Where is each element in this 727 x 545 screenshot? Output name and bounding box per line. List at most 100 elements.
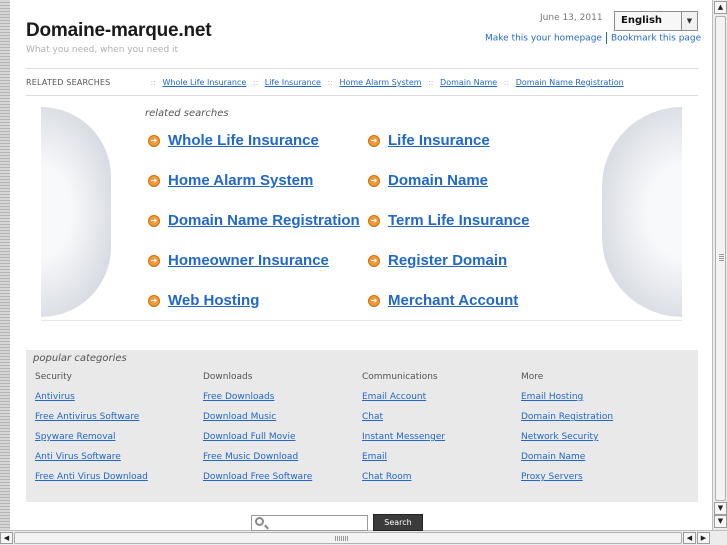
category-link[interactable]: Proxy Servers bbox=[521, 472, 613, 492]
header-links: Make this your homepage Bookmark this pag… bbox=[485, 32, 701, 44]
category-heading: Downloads bbox=[203, 372, 253, 382]
category-column-security: Security Antivirus Free Antivirus Softwa… bbox=[35, 372, 148, 492]
related-searches-heading: related searches bbox=[145, 108, 229, 119]
scroll-right-arrow-icon[interactable]: ▶ bbox=[697, 532, 710, 544]
divider bbox=[41, 320, 682, 321]
popular-categories-heading: popular categories bbox=[33, 353, 127, 364]
related-link-text[interactable]: Homeowner Insurance bbox=[168, 252, 329, 269]
related-bar-link[interactable]: Whole Life Insurance bbox=[162, 78, 246, 87]
category-heading: Security bbox=[35, 372, 72, 382]
related-link[interactable]: ➔ Homeowner Insurance bbox=[148, 252, 329, 269]
tagline: What you need, when you need it bbox=[26, 45, 179, 55]
related-link-text[interactable]: Life Insurance bbox=[388, 132, 490, 149]
category-link[interactable]: Domain Registration bbox=[521, 412, 613, 432]
grip-icon bbox=[335, 536, 349, 541]
category-link[interactable]: Chat Room bbox=[362, 472, 445, 492]
related-bar-link[interactable]: Domain Name Registration bbox=[516, 78, 624, 87]
magnifier-icon bbox=[255, 517, 264, 526]
category-heading: More bbox=[521, 372, 544, 382]
related-link[interactable]: ➔ Domain Name bbox=[368, 172, 488, 189]
scroll-left-arrow-icon[interactable]: ◀ bbox=[0, 532, 13, 544]
make-homepage-link[interactable]: Make this your homepage bbox=[485, 34, 602, 44]
related-link-text[interactable]: Term Life Insurance bbox=[388, 212, 529, 229]
category-link[interactable]: Anti Virus Software bbox=[35, 452, 148, 472]
scroll-left-arrow-icon[interactable]: ◀ bbox=[683, 532, 696, 544]
horizontal-scroll-thumb[interactable] bbox=[14, 532, 682, 544]
category-link[interactable]: Domain Name bbox=[521, 452, 613, 472]
related-link[interactable]: ➔ Merchant Account bbox=[368, 292, 518, 309]
vertical-scroll-thumb[interactable] bbox=[715, 16, 726, 501]
grip-icon bbox=[719, 254, 724, 262]
related-bar-link[interactable]: Home Alarm System bbox=[339, 78, 421, 87]
related-link-text[interactable]: Whole Life Insurance bbox=[168, 132, 319, 149]
orange-circle-arrow-icon: ➔ bbox=[148, 254, 160, 267]
related-link-text[interactable]: Home Alarm System bbox=[168, 172, 313, 189]
scroll-down-arrow-icon[interactable]: ▼ bbox=[714, 515, 727, 528]
related-bar-link[interactable]: Life Insurance bbox=[265, 78, 321, 87]
related-link[interactable]: ➔ Web Hosting bbox=[148, 292, 259, 309]
search-button[interactable]: Search bbox=[373, 514, 423, 531]
category-link[interactable]: Free Anti Virus Download bbox=[35, 472, 148, 492]
category-link[interactable]: Chat bbox=[362, 412, 445, 432]
category-link[interactable]: Download Music bbox=[203, 412, 312, 432]
category-link[interactable]: Free Music Download bbox=[203, 452, 312, 472]
related-link-text[interactable]: Register Domain bbox=[388, 252, 507, 269]
popular-categories-panel: popular categories Security Antivirus Fr… bbox=[26, 350, 698, 502]
related-link[interactable]: ➔ Domain Name Registration bbox=[148, 212, 360, 229]
related-link-text[interactable]: Domain Name Registration bbox=[168, 212, 360, 229]
orange-circle-arrow-icon: ➔ bbox=[368, 134, 380, 147]
category-link[interactable]: Free Antivirus Software bbox=[35, 412, 148, 432]
category-link[interactable]: Network Security bbox=[521, 432, 613, 452]
separator: :: bbox=[503, 78, 510, 87]
separator: :: bbox=[428, 78, 434, 87]
triangle-down-icon[interactable]: ▼ bbox=[681, 12, 697, 30]
category-link[interactable]: Instant Messenger bbox=[362, 432, 445, 452]
orange-circle-arrow-icon: ➔ bbox=[368, 294, 380, 307]
related-link[interactable]: ➔ Life Insurance bbox=[368, 132, 490, 149]
decorative-orb-right bbox=[602, 107, 682, 317]
related-searches-bar: RELATED SEARCHES :: Whole Life Insurance… bbox=[26, 68, 698, 96]
category-column-more: More Email Hosting Domain Registration N… bbox=[521, 372, 613, 492]
date-text: June 13, 2011 bbox=[540, 13, 603, 23]
orange-circle-arrow-icon: ➔ bbox=[368, 174, 380, 187]
category-link[interactable]: Download Free Software bbox=[203, 472, 312, 492]
orange-circle-arrow-icon: ➔ bbox=[148, 294, 160, 307]
scroll-down-arrow-icon[interactable]: ▼ bbox=[714, 502, 727, 515]
related-link[interactable]: ➔ Whole Life Insurance bbox=[148, 132, 319, 149]
vertical-scrollbar[interactable]: ▲ ▼ ▼ bbox=[712, 0, 727, 530]
language-select[interactable]: English ▼ bbox=[614, 11, 698, 31]
link-divider bbox=[605, 32, 607, 44]
orange-circle-arrow-icon: ➔ bbox=[148, 214, 160, 227]
category-link[interactable]: Download Full Movie bbox=[203, 432, 312, 452]
category-link[interactable]: Antivirus bbox=[35, 392, 148, 412]
related-link[interactable]: ➔ Register Domain bbox=[368, 252, 507, 269]
category-link[interactable]: Email Hosting bbox=[521, 392, 613, 412]
scroll-up-arrow-icon[interactable]: ▲ bbox=[714, 1, 727, 14]
related-link-text[interactable]: Domain Name bbox=[388, 172, 488, 189]
related-link[interactable]: ➔ Home Alarm System bbox=[148, 172, 313, 189]
decorative-orb-left bbox=[41, 107, 111, 317]
category-link[interactable]: Email Account bbox=[362, 392, 445, 412]
orange-circle-arrow-icon: ➔ bbox=[368, 214, 380, 227]
separator: :: bbox=[327, 78, 333, 87]
category-column-downloads: Downloads Free Downloads Download Music … bbox=[203, 372, 312, 492]
category-column-communications: Communications Email Account Chat Instan… bbox=[362, 372, 445, 492]
site-title: Domaine-marque.net bbox=[26, 20, 212, 41]
category-link[interactable]: Free Downloads bbox=[203, 392, 312, 412]
orange-circle-arrow-icon: ➔ bbox=[148, 134, 160, 147]
bookmark-link[interactable]: Bookmark this page bbox=[611, 34, 701, 44]
related-searches-label: RELATED SEARCHES bbox=[26, 78, 111, 87]
orange-circle-arrow-icon: ➔ bbox=[148, 174, 160, 187]
separator: :: bbox=[252, 78, 259, 87]
search-input[interactable] bbox=[251, 515, 368, 531]
category-link[interactable]: Spyware Removal bbox=[35, 432, 148, 452]
category-link[interactable]: Email bbox=[362, 452, 445, 472]
related-link-text[interactable]: Merchant Account bbox=[388, 292, 518, 309]
category-heading: Communications bbox=[362, 372, 438, 382]
horizontal-scrollbar[interactable]: ◀ ◀ ▶ bbox=[0, 530, 727, 545]
related-link-text[interactable]: Web Hosting bbox=[168, 292, 259, 309]
related-link[interactable]: ➔ Term Life Insurance bbox=[368, 212, 529, 229]
related-bar-link[interactable]: Domain Name bbox=[440, 78, 497, 87]
window-left-edge bbox=[0, 0, 10, 545]
orange-circle-arrow-icon: ➔ bbox=[368, 254, 380, 267]
